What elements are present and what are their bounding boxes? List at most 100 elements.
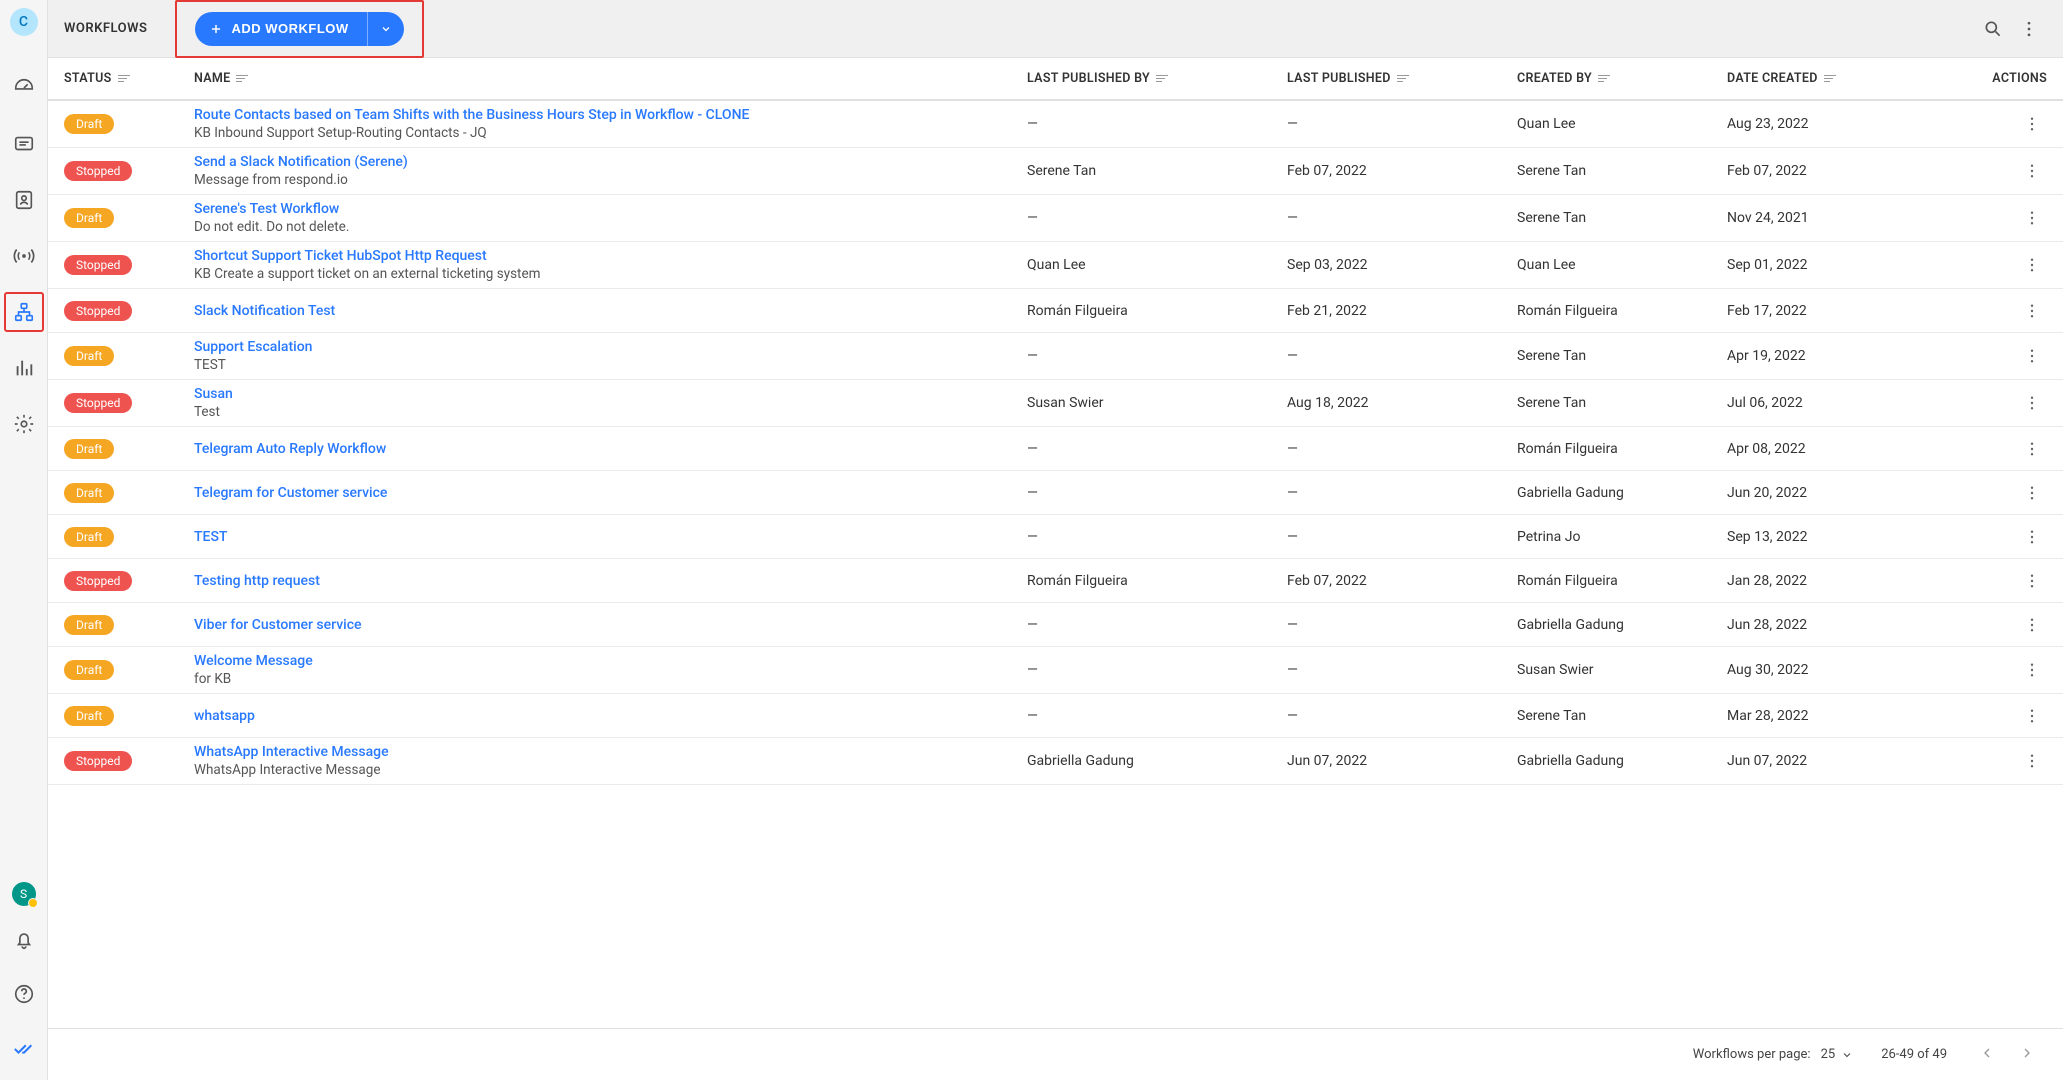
nav-notifications[interactable] bbox=[4, 920, 44, 960]
status-badge: Draft bbox=[64, 346, 114, 366]
table-row: DraftSupport EscalationTEST——Serene TanA… bbox=[48, 333, 2063, 380]
created-by: Gabriella Gadung bbox=[1517, 485, 1727, 501]
workflow-name-link[interactable]: Viber for Customer service bbox=[194, 617, 1027, 633]
date-created: Sep 01, 2022 bbox=[1727, 257, 1947, 273]
nav-reports[interactable] bbox=[4, 348, 44, 388]
workflow-name-link[interactable]: Send a Slack Notification (Serene) bbox=[194, 154, 1027, 170]
nav-workflows[interactable] bbox=[4, 292, 44, 332]
pagination-range: 26-49 of 49 bbox=[1881, 1047, 1947, 1062]
row-more-button[interactable] bbox=[2017, 296, 2047, 326]
row-more-button[interactable] bbox=[2017, 478, 2047, 508]
table-body: Draft Route Contacts based on Team Shifts… bbox=[48, 100, 2063, 1028]
workflow-name-link[interactable]: Slack Notification Test bbox=[194, 303, 1027, 319]
sort-icon bbox=[1824, 72, 1838, 86]
workflow-name-link[interactable]: WhatsApp Interactive Message bbox=[194, 744, 1027, 760]
table-row: Draft Route Contacts based on Team Shifts… bbox=[48, 100, 2063, 148]
user-avatar[interactable]: S bbox=[12, 882, 36, 906]
last-published-by: — bbox=[1027, 662, 1287, 678]
workflow-name-link[interactable]: Support Escalation bbox=[194, 339, 1027, 355]
col-date-created[interactable]: DATE CREATED bbox=[1727, 71, 1947, 86]
row-more-button[interactable] bbox=[2017, 522, 2047, 552]
check-all-icon bbox=[13, 1037, 35, 1059]
workflow-name-link[interactable]: Welcome Message bbox=[194, 653, 1027, 669]
workflow-name-link[interactable]: whatsapp bbox=[194, 708, 1027, 724]
last-published: — bbox=[1287, 348, 1517, 364]
last-published-by: — bbox=[1027, 617, 1287, 633]
nav-settings[interactable] bbox=[4, 404, 44, 444]
nav-help[interactable] bbox=[4, 974, 44, 1014]
nav-dashboard[interactable] bbox=[4, 68, 44, 108]
per-page-select[interactable]: 25 bbox=[1821, 1047, 1854, 1062]
nav-messages[interactable] bbox=[4, 124, 44, 164]
gauge-icon bbox=[13, 77, 35, 99]
col-name[interactable]: NAME bbox=[194, 71, 1027, 86]
row-more-button[interactable] bbox=[2017, 746, 2047, 776]
workflow-name-link[interactable]: TEST bbox=[194, 529, 1027, 545]
workflow-desc: Do not edit. Do not delete. bbox=[194, 219, 1027, 235]
last-published: — bbox=[1287, 116, 1517, 132]
created-by: Serene Tan bbox=[1517, 210, 1727, 226]
created-by: Serene Tan bbox=[1517, 708, 1727, 724]
date-created: Jan 28, 2022 bbox=[1727, 573, 1947, 589]
col-status[interactable]: STATUS bbox=[64, 71, 194, 86]
last-published: Aug 18, 2022 bbox=[1287, 395, 1517, 411]
more-vert-icon bbox=[2023, 440, 2041, 458]
status-badge: Draft bbox=[64, 114, 114, 134]
row-more-button[interactable] bbox=[2017, 701, 2047, 731]
workflow-desc: WhatsApp Interactive Message bbox=[194, 762, 1027, 778]
workflow-name-link[interactable]: Route Contacts based on Team Shifts with… bbox=[194, 107, 1027, 123]
nav-contacts[interactable] bbox=[4, 180, 44, 220]
row-more-button[interactable] bbox=[2017, 109, 2047, 139]
row-more-button[interactable] bbox=[2017, 341, 2047, 371]
workflow-name-link[interactable]: Susan bbox=[194, 386, 1027, 402]
row-more-button[interactable] bbox=[2017, 434, 2047, 464]
add-workflow-button[interactable]: ADD WORKFLOW bbox=[195, 12, 366, 46]
row-more-button[interactable] bbox=[2017, 655, 2047, 685]
workflow-desc: TEST bbox=[194, 357, 1027, 373]
workflow-name-link[interactable]: Telegram Auto Reply Workflow bbox=[194, 441, 1027, 457]
last-published: — bbox=[1287, 708, 1517, 724]
status-badge: Draft bbox=[64, 706, 114, 726]
last-published-by: — bbox=[1027, 348, 1287, 364]
add-workflow-dropdown[interactable] bbox=[367, 12, 404, 46]
created-by: Serene Tan bbox=[1517, 348, 1727, 364]
next-page[interactable] bbox=[2015, 1041, 2039, 1069]
last-published: Sep 03, 2022 bbox=[1287, 257, 1517, 273]
more-vert-icon bbox=[2023, 256, 2041, 274]
table-row: Stopped WhatsApp Interactive Message Whats… bbox=[48, 738, 2063, 785]
created-by: Quan Lee bbox=[1517, 116, 1727, 132]
date-created: Jun 20, 2022 bbox=[1727, 485, 1947, 501]
nav-brand[interactable] bbox=[4, 1028, 44, 1068]
header-more-button[interactable] bbox=[2011, 11, 2047, 47]
last-published-by: Gabriella Gadung bbox=[1027, 753, 1287, 769]
workflow-name-link[interactable]: Serene's Test Workflow bbox=[194, 201, 1027, 217]
col-last-published[interactable]: LAST PUBLISHED bbox=[1287, 71, 1517, 86]
col-actions: ACTIONS bbox=[1947, 71, 2047, 86]
created-by: Petrina Jo bbox=[1517, 529, 1727, 545]
row-more-button[interactable] bbox=[2017, 610, 2047, 640]
row-more-button[interactable] bbox=[2017, 203, 2047, 233]
bell-icon bbox=[13, 929, 35, 951]
row-more-button[interactable] bbox=[2017, 388, 2047, 418]
col-last-published-by[interactable]: LAST PUBLISHED BY bbox=[1027, 71, 1287, 86]
status-badge: Draft bbox=[64, 483, 114, 503]
search-button[interactable] bbox=[1975, 11, 2011, 47]
last-published-by: — bbox=[1027, 441, 1287, 457]
workflow-name-link[interactable]: Telegram for Customer service bbox=[194, 485, 1027, 501]
created-by: Serene Tan bbox=[1517, 163, 1727, 179]
more-vert-icon bbox=[2023, 162, 2041, 180]
prev-page[interactable] bbox=[1975, 1041, 1999, 1069]
row-more-button[interactable] bbox=[2017, 250, 2047, 280]
workflow-name-link[interactable]: Testing http request bbox=[194, 573, 1027, 589]
more-vert-icon bbox=[2023, 302, 2041, 320]
col-created-by[interactable]: CREATED BY bbox=[1517, 71, 1727, 86]
table-row: StoppedTesting http requestRomán Filguei… bbox=[48, 559, 2063, 603]
row-more-button[interactable] bbox=[2017, 156, 2047, 186]
workflow-name-link[interactable]: Shortcut Support Ticket HubSpot Http Req… bbox=[194, 248, 1027, 264]
row-more-button[interactable] bbox=[2017, 566, 2047, 596]
nav-broadcast[interactable] bbox=[4, 236, 44, 276]
org-avatar[interactable]: C bbox=[10, 8, 38, 36]
status-badge: Stopped bbox=[64, 751, 132, 771]
workflow-desc: KB Inbound Support Setup-Routing Contact… bbox=[194, 125, 1027, 141]
add-workflow-label: ADD WORKFLOW bbox=[231, 21, 348, 36]
